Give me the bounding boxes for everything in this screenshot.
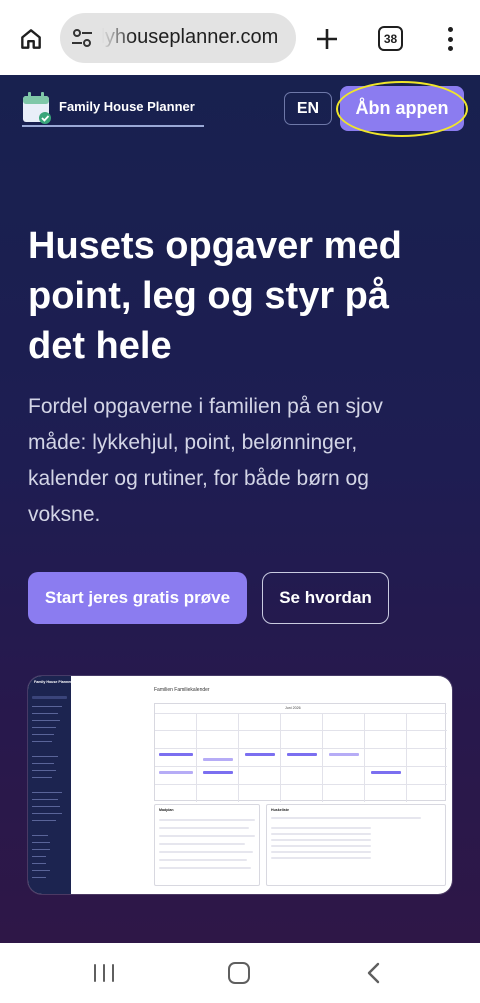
preview-sidebar-item (32, 706, 62, 709)
preview-event (203, 758, 233, 761)
preview-sidebar-item (32, 856, 46, 859)
see-how-button[interactable]: Se hvordan (262, 572, 389, 624)
preview-sidebar-item (32, 713, 58, 716)
preview-sidebar-item (32, 813, 62, 816)
preview-sidebar-item (32, 792, 62, 795)
preview-sidebar-item (32, 820, 56, 823)
preview-sidebar-item (32, 835, 48, 838)
hero-title: Husets opgaver med point, leg og styr på… (28, 225, 402, 367)
preview-calendar: Juni 2026 (154, 703, 447, 802)
language-button[interactable]: EN (284, 92, 332, 125)
preview-sidebar-item (32, 799, 58, 802)
preview-sidebar-item (32, 727, 56, 730)
tune-icon[interactable] (70, 27, 94, 49)
home-icon[interactable] (14, 22, 48, 56)
browser-toolbar: ilyhouseplanner.com 38 (0, 0, 480, 75)
preview-event (245, 753, 275, 756)
home-circle-icon[interactable] (228, 962, 250, 984)
preview-sidebar-item (32, 842, 50, 845)
back-icon[interactable] (362, 961, 386, 985)
preview-event (371, 771, 401, 774)
logo-text[interactable]: Family House Planner (59, 99, 195, 114)
preview-sidebar: Family House Planner (28, 676, 72, 894)
start-trial-button[interactable]: Start jeres gratis prøve (28, 572, 247, 624)
preview-sidebar-item (32, 720, 60, 723)
page: Family House Planner EN Åbn appen Husets… (0, 75, 480, 943)
url-fade (94, 13, 134, 63)
app-preview-image: Family House Planner Familien Familiekal… (28, 676, 452, 894)
open-app-button[interactable]: Åbn appen (340, 86, 464, 131)
preview-sidebar-item (32, 863, 46, 866)
preview-event (287, 753, 317, 756)
preview-sidebar-item (32, 756, 58, 759)
site-header: Family House Planner EN Åbn appen (0, 75, 480, 143)
preview-main: Familien Familiekalender Juni 2026 Madpl… (76, 676, 452, 894)
preview-sidebar-item (32, 734, 54, 737)
preview-sidebar-item (32, 763, 54, 766)
preview-event (329, 753, 359, 756)
preview-sidebar-item (32, 777, 52, 780)
tab-count: 38 (383, 31, 398, 46)
preview-meal-title: Madplan (159, 808, 174, 812)
preview-brand: Family House Planner (34, 680, 72, 684)
preview-list-panel: Huskeliste (266, 804, 446, 886)
preview-sidebar-item (32, 741, 52, 744)
preview-sidebar-item (32, 877, 46, 880)
preview-event (159, 771, 193, 774)
logo-underline (22, 125, 204, 127)
preview-meal-panel: Madplan (154, 804, 260, 886)
preview-month: Juni 2026 (285, 706, 301, 710)
calendar-check-icon (23, 92, 51, 124)
preview-sidebar-item (32, 770, 56, 773)
preview-list-title: Huskeliste (271, 808, 289, 812)
preview-event (159, 753, 193, 756)
preview-sidebar-item (32, 870, 50, 873)
address-bar[interactable]: ilyhouseplanner.com (60, 13, 296, 63)
more-vert-icon[interactable] (440, 24, 460, 54)
preview-sidebar-item (32, 849, 50, 852)
recents-icon[interactable] (94, 964, 114, 982)
preview-sidebar-item (32, 806, 60, 809)
preview-sidebar-item (32, 696, 67, 699)
preview-event (203, 771, 233, 774)
plus-icon[interactable] (310, 22, 344, 56)
preview-calendar-title: Familien Familiekalender (154, 687, 210, 693)
hero-subtitle: Fordel opgaverne i familien på en sjov m… (28, 395, 383, 526)
tabs-icon[interactable]: 38 (378, 26, 403, 51)
system-nav-bar (0, 943, 480, 1003)
